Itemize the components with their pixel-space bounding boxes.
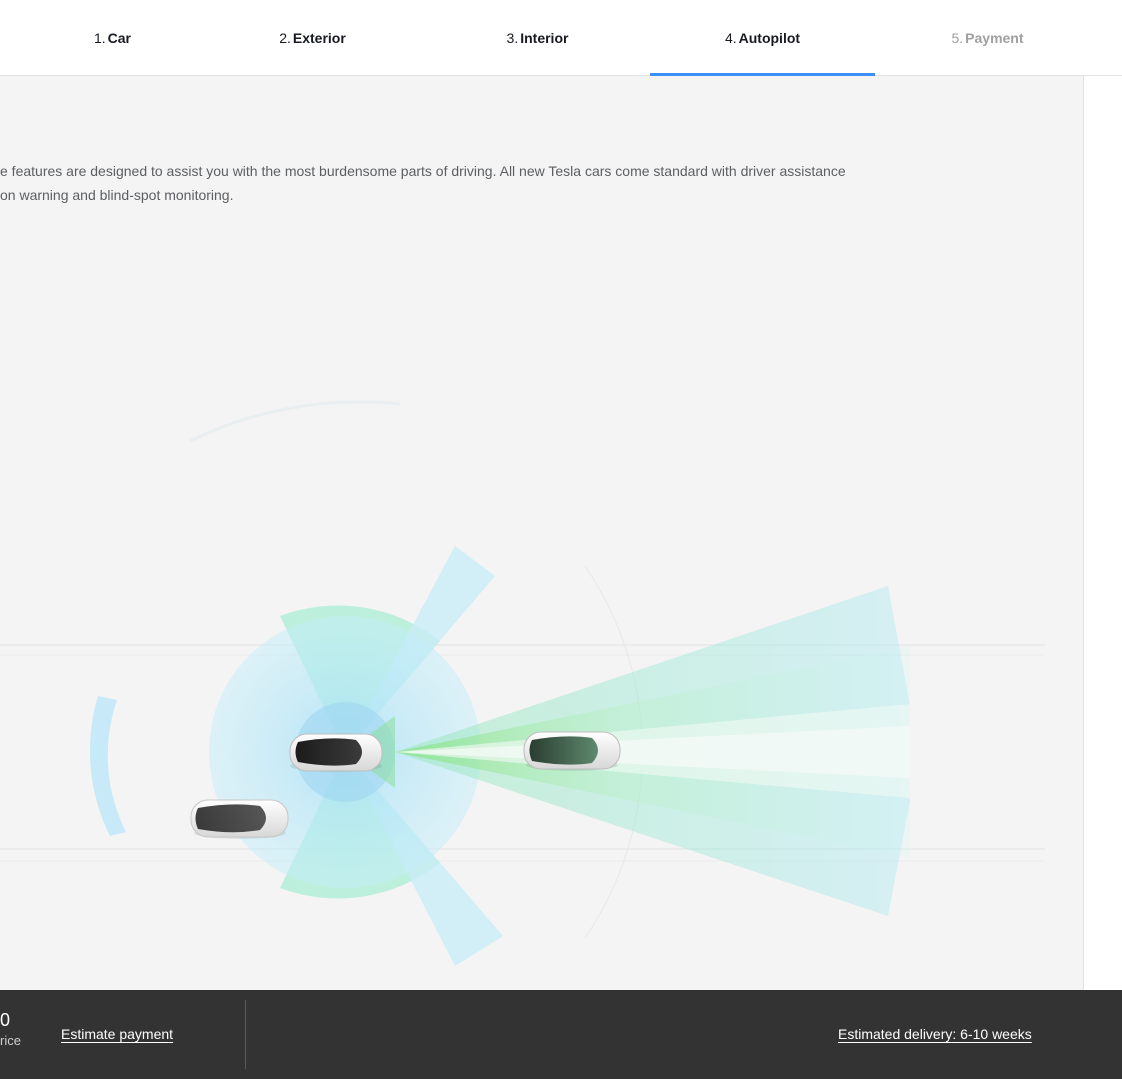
step-label: Exterior <box>292 30 346 46</box>
autopilot-description: e features are designed to assist you wi… <box>0 159 980 207</box>
step-label: Car <box>107 30 132 46</box>
rear-sensor-arc <box>89 696 126 836</box>
step-car[interactable]: 1. Car <box>0 0 225 76</box>
step-number: 5. <box>951 30 964 46</box>
step-exterior[interactable]: 2. Exterior <box>200 0 425 76</box>
step-number: 3. <box>506 30 519 46</box>
step-number: 1. <box>93 30 106 46</box>
step-number: 4. <box>724 30 737 46</box>
ego-car <box>289 733 383 772</box>
step-autopilot[interactable]: 4. Autopilot <box>650 0 875 77</box>
description-line: on warning and blind-spot monitoring. <box>0 187 234 203</box>
step-number: 2. <box>279 30 291 46</box>
price-summary-bar: 0 rice Estimate payment Estimated delive… <box>0 990 1122 1079</box>
right-sidebar <box>1084 76 1122 990</box>
step-label: Autopilot <box>738 30 801 46</box>
step-navigation: 1. Car 2. Exterior 3. Interior 4. Autopi… <box>0 0 1122 77</box>
lead-car <box>523 731 621 771</box>
autopilot-panel: e features are designed to assist you wi… <box>0 76 1084 990</box>
price-label: rice <box>0 1033 21 1048</box>
autopilot-sensor-illustration <box>0 400 1045 966</box>
estimate-payment-link[interactable]: Estimate payment <box>61 1026 173 1042</box>
description-line: e features are designed to assist you wi… <box>0 163 846 179</box>
step-label: Interior <box>520 30 569 46</box>
price-value: 0 <box>0 1010 11 1030</box>
step-interior[interactable]: 3. Interior <box>425 0 650 76</box>
footer-divider <box>245 1000 246 1069</box>
estimated-delivery-link[interactable]: Estimated delivery: 6-10 weeks <box>838 1026 1032 1042</box>
adjacent-car <box>190 799 289 839</box>
step-payment[interactable]: 5. Payment <box>875 0 1100 76</box>
step-label: Payment <box>965 30 1024 46</box>
